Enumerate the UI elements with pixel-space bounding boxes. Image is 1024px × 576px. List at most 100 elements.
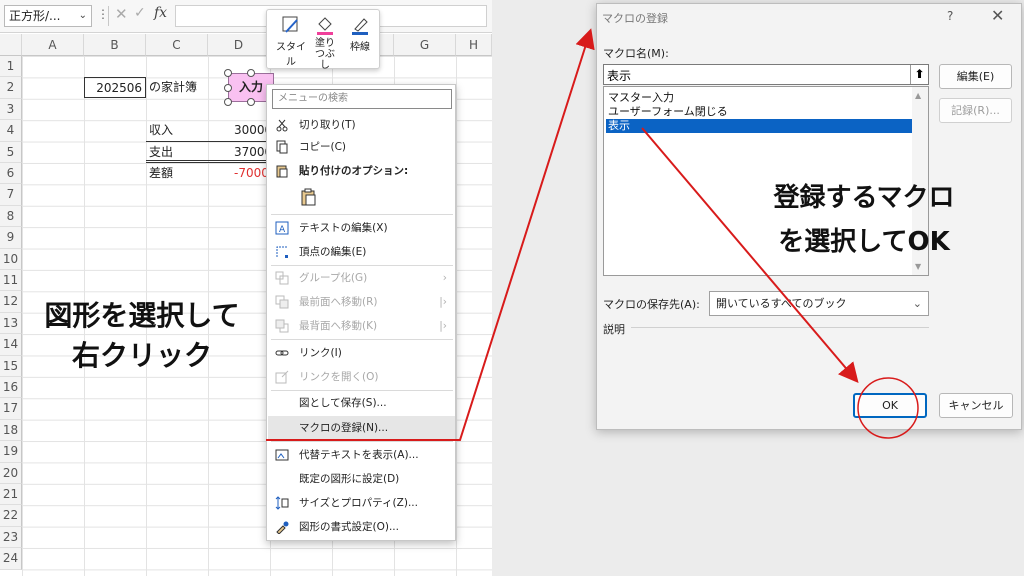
row-header[interactable]: 17 (0, 398, 22, 420)
select-all-corner[interactable] (0, 34, 22, 56)
check-icon[interactable]: ✓ (134, 5, 146, 21)
menu-item-assign-macro[interactable]: マクロの登録(N)... (267, 416, 455, 440)
menu-item-edit-points[interactable]: 頂点の編集(E) (267, 240, 455, 264)
scroll-up-icon[interactable]: ▲ (915, 91, 921, 100)
row-header[interactable]: 9 (0, 227, 22, 249)
svg-text:A: A (279, 225, 286, 235)
row-header[interactable]: 14 (0, 334, 22, 356)
menu-item-open-link[interactable]: リンクを開く(O) (267, 365, 455, 389)
column-header[interactable]: A (22, 34, 84, 56)
menu-item-size-properties[interactable]: サイズとプロパティ(Z)... (267, 491, 455, 515)
ok-button[interactable]: OK (853, 393, 927, 418)
row-header[interactable]: 12 (0, 291, 22, 313)
column-header[interactable]: B (84, 34, 146, 56)
chevron-down-icon[interactable]: ⌄ (79, 6, 87, 26)
macro-list-item[interactable]: ユーザーフォーム閉じる (606, 105, 912, 119)
menu-item-label: リンクを開く(O) (299, 371, 379, 383)
row-header[interactable]: 2 (0, 77, 22, 99)
paste-picture-icon[interactable] (299, 187, 319, 207)
menu-item-label: サイズとプロパティ(Z)... (299, 497, 418, 509)
menu-item-label: リンク(I) (299, 347, 342, 359)
row-header[interactable]: 7 (0, 184, 22, 206)
style-button[interactable]: スタイル (275, 14, 307, 68)
copy-icon (276, 140, 288, 154)
chevron-right-icon: › (442, 272, 447, 284)
row-header[interactable]: 24 (0, 548, 22, 570)
mini-toolbar: スタイル 塗りつぶし 枠線 (266, 9, 380, 71)
resize-handle[interactable] (224, 98, 232, 106)
cancel-icon[interactable]: ✕ (115, 5, 128, 23)
edit-button[interactable]: 編集(E) (939, 64, 1012, 89)
menu-item-group[interactable]: グループ化(G) › (267, 266, 455, 290)
row-header[interactable]: 4 (0, 120, 22, 142)
menu-item-alt-text[interactable]: 代替テキストを表示(A)... (267, 443, 455, 467)
cell-c5[interactable]: 支出 370000 (146, 141, 280, 163)
close-icon[interactable]: ✕ (991, 6, 1004, 25)
record-button[interactable]: 記録(R)... (939, 98, 1012, 123)
row-header[interactable]: 16 (0, 377, 22, 399)
row-header[interactable]: 20 (0, 462, 22, 484)
chevron-right-icon: |› (439, 320, 447, 332)
column-header[interactable]: G (394, 34, 456, 56)
row-header[interactable]: 1 (0, 56, 22, 78)
cell-c4[interactable]: 収入 (149, 120, 173, 141)
menu-item-label: 最前面へ移動(R) (299, 296, 378, 308)
macro-list-item[interactable]: マスター入力 (606, 91, 912, 105)
row-header[interactable]: 23 (0, 526, 22, 549)
row-header[interactable]: 15 (0, 355, 22, 377)
menu-item-link[interactable]: リンク(I) (267, 341, 455, 365)
paint-bucket-icon (317, 17, 333, 35)
cancel-button[interactable]: キャンセル (939, 393, 1013, 418)
column-header[interactable]: H (456, 34, 492, 56)
column-header[interactable]: D (208, 34, 270, 56)
row-header[interactable]: 10 (0, 248, 22, 270)
outline-label: 枠線 (350, 42, 370, 53)
row-header[interactable]: 8 (0, 205, 22, 228)
resize-handle[interactable] (247, 98, 255, 106)
menu-item-format-shape[interactable]: 図形の書式設定(O)... (267, 515, 455, 539)
save-in-select[interactable]: 開いているすべてのブック ⌄ (709, 291, 929, 316)
resize-handle[interactable] (224, 84, 232, 92)
name-box-value: 正方形/... (9, 9, 61, 23)
resize-handle[interactable] (224, 69, 232, 77)
help-icon[interactable]: ? (947, 9, 953, 23)
outline-button[interactable]: 枠線 (345, 14, 375, 53)
resize-handle[interactable] (247, 69, 255, 77)
macro-list-item-selected[interactable]: 表示 (606, 119, 912, 133)
row-header[interactable]: 5 (0, 141, 22, 163)
menu-item-label: 切り取り(T) (299, 119, 356, 131)
scissors-icon (276, 119, 288, 132)
menu-item-cut[interactable]: 切り取り(T) (267, 113, 455, 137)
row-header[interactable]: 11 (0, 270, 22, 292)
menu-item-send-back[interactable]: 最背面へ移動(K) |› (267, 314, 455, 338)
menu-item-save-as-picture[interactable]: 図として保存(S)... (267, 391, 455, 415)
row-header[interactable]: 13 (0, 312, 22, 335)
divider (108, 6, 109, 26)
menu-item-label: コピー(C) (299, 141, 347, 153)
menu-item-label: 既定の図形に設定(D) (299, 473, 400, 485)
cell-b2[interactable]: 202506 (84, 77, 146, 98)
menu-item-set-default-shape[interactable]: 既定の図形に設定(D) (267, 467, 455, 491)
cell-c6[interactable]: 差額 (149, 163, 173, 184)
fill-button[interactable]: 塗りつぶし (309, 14, 341, 71)
text-edit-icon: A (275, 221, 289, 235)
name-box[interactable]: 正方形/... ⌄ (4, 5, 92, 27)
menu-item-edit-text[interactable]: A テキストの編集(X) (267, 216, 455, 240)
chevron-down-icon: ⌄ (912, 297, 922, 310)
column-header[interactable]: C (146, 34, 208, 56)
fx-icon[interactable]: fx (154, 5, 167, 21)
collapse-arrow-icon[interactable]: ⬆ (910, 65, 928, 84)
menu-search-input[interactable]: メニューの検索 (272, 89, 452, 109)
menu-item-bring-front[interactable]: 最前面へ移動(R) |› (267, 290, 455, 314)
row-header[interactable]: 22 (0, 505, 22, 527)
row-header[interactable]: 6 (0, 163, 22, 185)
style-label: スタイル (276, 42, 306, 68)
menu-item-label: 図として保存(S)... (299, 397, 387, 409)
menu-item-copy[interactable]: コピー(C) (267, 135, 455, 159)
macro-name-input[interactable]: 表示 ⬆ (603, 64, 929, 85)
row-header[interactable]: 3 (0, 98, 22, 121)
row-header[interactable]: 21 (0, 484, 22, 506)
row-header[interactable]: 18 (0, 419, 22, 442)
cell-c2[interactable]: の家計簿 (149, 77, 197, 98)
row-header[interactable]: 19 (0, 441, 22, 463)
